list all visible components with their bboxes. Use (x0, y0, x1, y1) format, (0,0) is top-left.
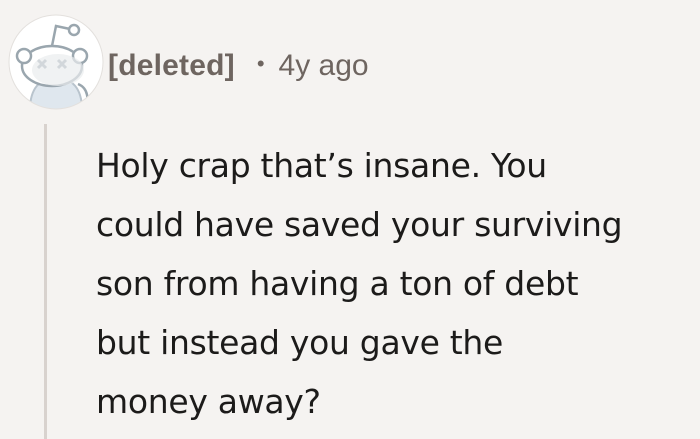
comment-body-line: money away? (96, 382, 321, 421)
comment-body-line: son from having a ton of debt (96, 264, 579, 303)
comment-body: Holy crap that’s insane. You could have … (96, 136, 696, 431)
author-username[interactable]: [deleted] (108, 49, 235, 83)
thread-collapse-line[interactable] (44, 124, 47, 439)
deleted-user-avatar-icon[interactable] (8, 14, 104, 110)
comment-body-line: could have saved your surviving (96, 205, 623, 244)
comment-timestamp[interactable]: 4y ago (279, 49, 369, 83)
comment-header: [deleted] • 4y ago (108, 42, 369, 90)
comment-body-line: but instead you gave the (96, 323, 504, 362)
comment-body-line: Holy crap that’s insane. You (96, 146, 547, 185)
comment-page: [deleted] • 4y ago Holy crap that’s insa… (0, 0, 700, 439)
meta-separator: • (256, 51, 265, 76)
